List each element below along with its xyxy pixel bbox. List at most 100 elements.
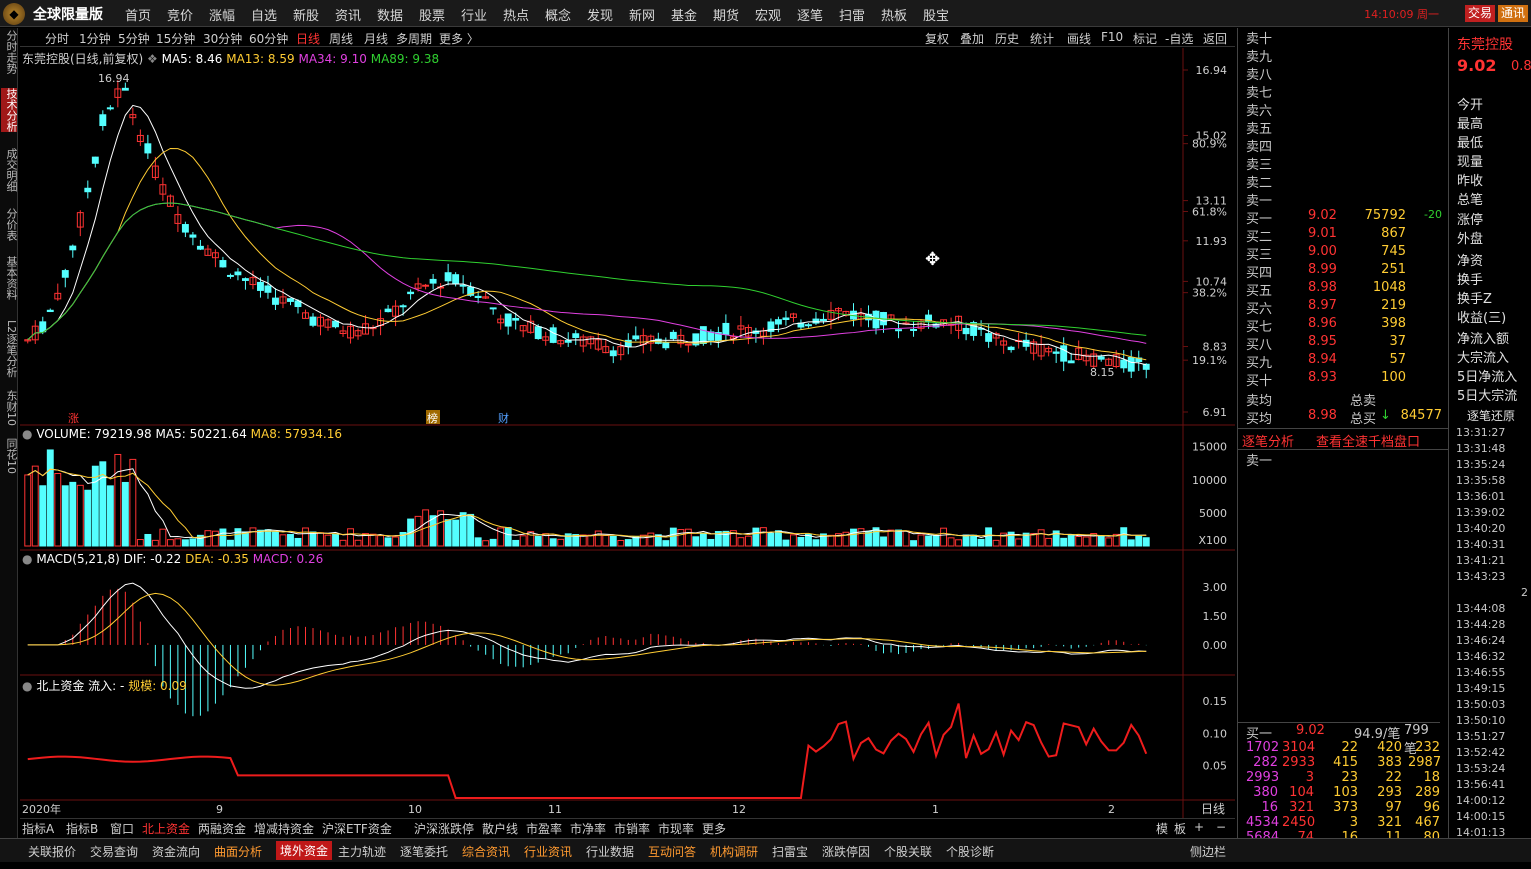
indicator-tab-8[interactable]: 散户线 <box>482 820 518 837</box>
chart-control-3[interactable]: − <box>1216 820 1226 834</box>
function-tab-13[interactable]: 涨跌停因 <box>822 843 870 860</box>
candle-body <box>549 327 557 343</box>
indicator-tab-0[interactable]: 指标A <box>22 820 54 837</box>
menu-item-8[interactable]: 行业 <box>461 5 487 24</box>
left-tab-0[interactable]: 分时走势 <box>1 30 18 74</box>
menu-item-18[interactable]: 热板 <box>881 5 907 24</box>
left-tab-1[interactable]: 技术分析 <box>1 88 18 132</box>
buy-row[interactable]: 买一 9.02 75792 -20 <box>1246 208 1446 227</box>
buy-row[interactable]: 买七 8.96 398 <box>1246 316 1446 335</box>
menu-item-13[interactable]: 基金 <box>671 5 697 24</box>
indicator-tab-5[interactable]: 增减持资金 <box>254 820 314 837</box>
buy-row[interactable]: 买十 8.93 100 <box>1246 370 1446 389</box>
indicator-tab-13[interactable]: 更多 <box>702 820 726 837</box>
menu-item-3[interactable]: 自选 <box>251 5 277 24</box>
menu-item-9[interactable]: 热点 <box>503 5 529 24</box>
menu-item-16[interactable]: 逐笔 <box>797 5 823 24</box>
tool-4[interactable]: 画线 <box>1067 30 1091 47</box>
indicator-tab-12[interactable]: 市现率 <box>658 820 694 837</box>
sidebar-tab[interactable]: 侧边栏 <box>1190 843 1226 860</box>
period-8[interactable]: 月线 <box>364 30 388 47</box>
menu-item-11[interactable]: 发现 <box>587 5 613 24</box>
indicator-tab-11[interactable]: 市销率 <box>614 820 650 837</box>
period-9[interactable]: 多周期 <box>396 30 432 47</box>
function-tab-6[interactable]: 逐笔委托 <box>400 843 448 860</box>
buy-row[interactable]: 买六 8.97 219 <box>1246 298 1446 317</box>
tool-2[interactable]: 历史 <box>995 30 1019 47</box>
function-tab-15[interactable]: 个股诊断 <box>946 843 994 860</box>
tool-3[interactable]: 统计 <box>1030 30 1054 47</box>
chart-control-2[interactable]: + <box>1194 820 1204 834</box>
left-tab-5[interactable]: L2逐笔分析 <box>1 320 18 377</box>
indicator-tab-6[interactable]: 沪深ETF资金 <box>322 820 392 837</box>
indicator-tab-9[interactable]: 市盈率 <box>526 820 562 837</box>
zhubi-tab[interactable]: 逐笔分析 <box>1242 431 1294 450</box>
menu-item-15[interactable]: 宏观 <box>755 5 781 24</box>
menu-item-4[interactable]: 新股 <box>293 5 319 24</box>
period-2[interactable]: 5分钟 <box>118 30 150 47</box>
period-0[interactable]: 分时 <box>45 30 69 47</box>
function-tab-10[interactable]: 互动问答 <box>648 843 696 860</box>
buy-row[interactable]: 买二 9.01 867 <box>1246 226 1446 245</box>
function-tab-12[interactable]: 扫雷宝 <box>772 843 808 860</box>
tool-0[interactable]: 复权 <box>925 30 949 47</box>
tool-6[interactable]: 标记 <box>1133 30 1157 47</box>
period-3[interactable]: 15分钟 <box>156 30 195 47</box>
settings-icon[interactable]: ❖ <box>147 52 158 66</box>
function-tab-0[interactable]: 关联报价 <box>28 843 76 860</box>
function-tab-5[interactable]: 主力轨迹 <box>338 843 386 860</box>
menu-item-12[interactable]: 新网 <box>629 5 655 24</box>
function-tab-3[interactable]: 曲面分析 <box>214 843 262 860</box>
full-depth-tab[interactable]: 查看全速千档盘口 <box>1316 431 1420 450</box>
period-10[interactable]: 更多 〉 <box>439 30 479 47</box>
period-1[interactable]: 1分钟 <box>79 30 111 47</box>
left-tab-2[interactable]: 成交明细 <box>1 148 18 192</box>
function-tab-11[interactable]: 机构调研 <box>710 843 758 860</box>
trade-button[interactable]: 交易 <box>1465 5 1496 22</box>
tool-5[interactable]: F10 <box>1101 30 1123 44</box>
menu-item-7[interactable]: 股票 <box>419 5 445 24</box>
function-tab-2[interactable]: 资金流向 <box>152 843 200 860</box>
indicator-tab-7[interactable]: 沪深涨跌停 <box>414 820 474 837</box>
menu-item-2[interactable]: 涨幅 <box>209 5 235 24</box>
low-annotation: 8.15 <box>1090 366 1115 379</box>
tool-7[interactable]: -自选 <box>1165 30 1193 47</box>
buy-row[interactable]: 买三 9.00 745 <box>1246 244 1446 263</box>
indicator-tab-3[interactable]: 北上资金 <box>142 820 190 837</box>
menu-item-14[interactable]: 期货 <box>713 5 739 24</box>
menu-item-0[interactable]: 首页 <box>125 5 151 24</box>
menu-item-19[interactable]: 股宝 <box>923 5 949 24</box>
function-tab-8[interactable]: 行业资讯 <box>524 843 572 860</box>
period-5[interactable]: 60分钟 <box>249 30 288 47</box>
function-tab-9[interactable]: 行业数据 <box>586 843 634 860</box>
indicator-tab-10[interactable]: 市净率 <box>570 820 606 837</box>
left-tab-6[interactable]: 东财10 <box>1 390 18 426</box>
tool-1[interactable]: 叠加 <box>960 30 984 47</box>
period-4[interactable]: 30分钟 <box>203 30 242 47</box>
buy-row[interactable]: 买八 8.95 37 <box>1246 334 1446 353</box>
chart-control-0[interactable]: 模 <box>1156 820 1168 837</box>
function-tab-7[interactable]: 综合资讯 <box>462 843 510 860</box>
indicator-tab-2[interactable]: 窗口 <box>110 820 134 837</box>
left-tab-3[interactable]: 分价表 <box>1 208 18 241</box>
left-tab-7[interactable]: 同花10 <box>1 438 18 474</box>
function-tab-14[interactable]: 个股关联 <box>884 843 932 860</box>
period-6[interactable]: 日线 <box>296 30 320 47</box>
function-tab-4[interactable]: 境外资金 <box>276 841 333 860</box>
indicator-tab-1[interactable]: 指标B <box>66 820 98 837</box>
message-button[interactable]: 通讯 <box>1498 5 1529 22</box>
buy-row[interactable]: 买四 8.99 251 <box>1246 262 1446 281</box>
period-7[interactable]: 周线 <box>329 30 353 47</box>
buy-row[interactable]: 买五 8.98 1048 <box>1246 280 1446 299</box>
left-tab-4[interactable]: 基本资料 <box>1 256 18 300</box>
buy-row[interactable]: 买九 8.94 57 <box>1246 352 1446 371</box>
chart-control-1[interactable]: 板 <box>1174 820 1186 837</box>
menu-item-17[interactable]: 扫雷 <box>839 5 865 24</box>
menu-item-5[interactable]: 资讯 <box>335 5 361 24</box>
menu-item-10[interactable]: 概念 <box>545 5 571 24</box>
menu-item-6[interactable]: 数据 <box>377 5 403 24</box>
function-tab-1[interactable]: 交易查询 <box>90 843 138 860</box>
indicator-tab-4[interactable]: 两融资金 <box>198 820 246 837</box>
menu-item-1[interactable]: 竞价 <box>167 5 193 24</box>
tool-8[interactable]: 返回 <box>1203 30 1227 47</box>
